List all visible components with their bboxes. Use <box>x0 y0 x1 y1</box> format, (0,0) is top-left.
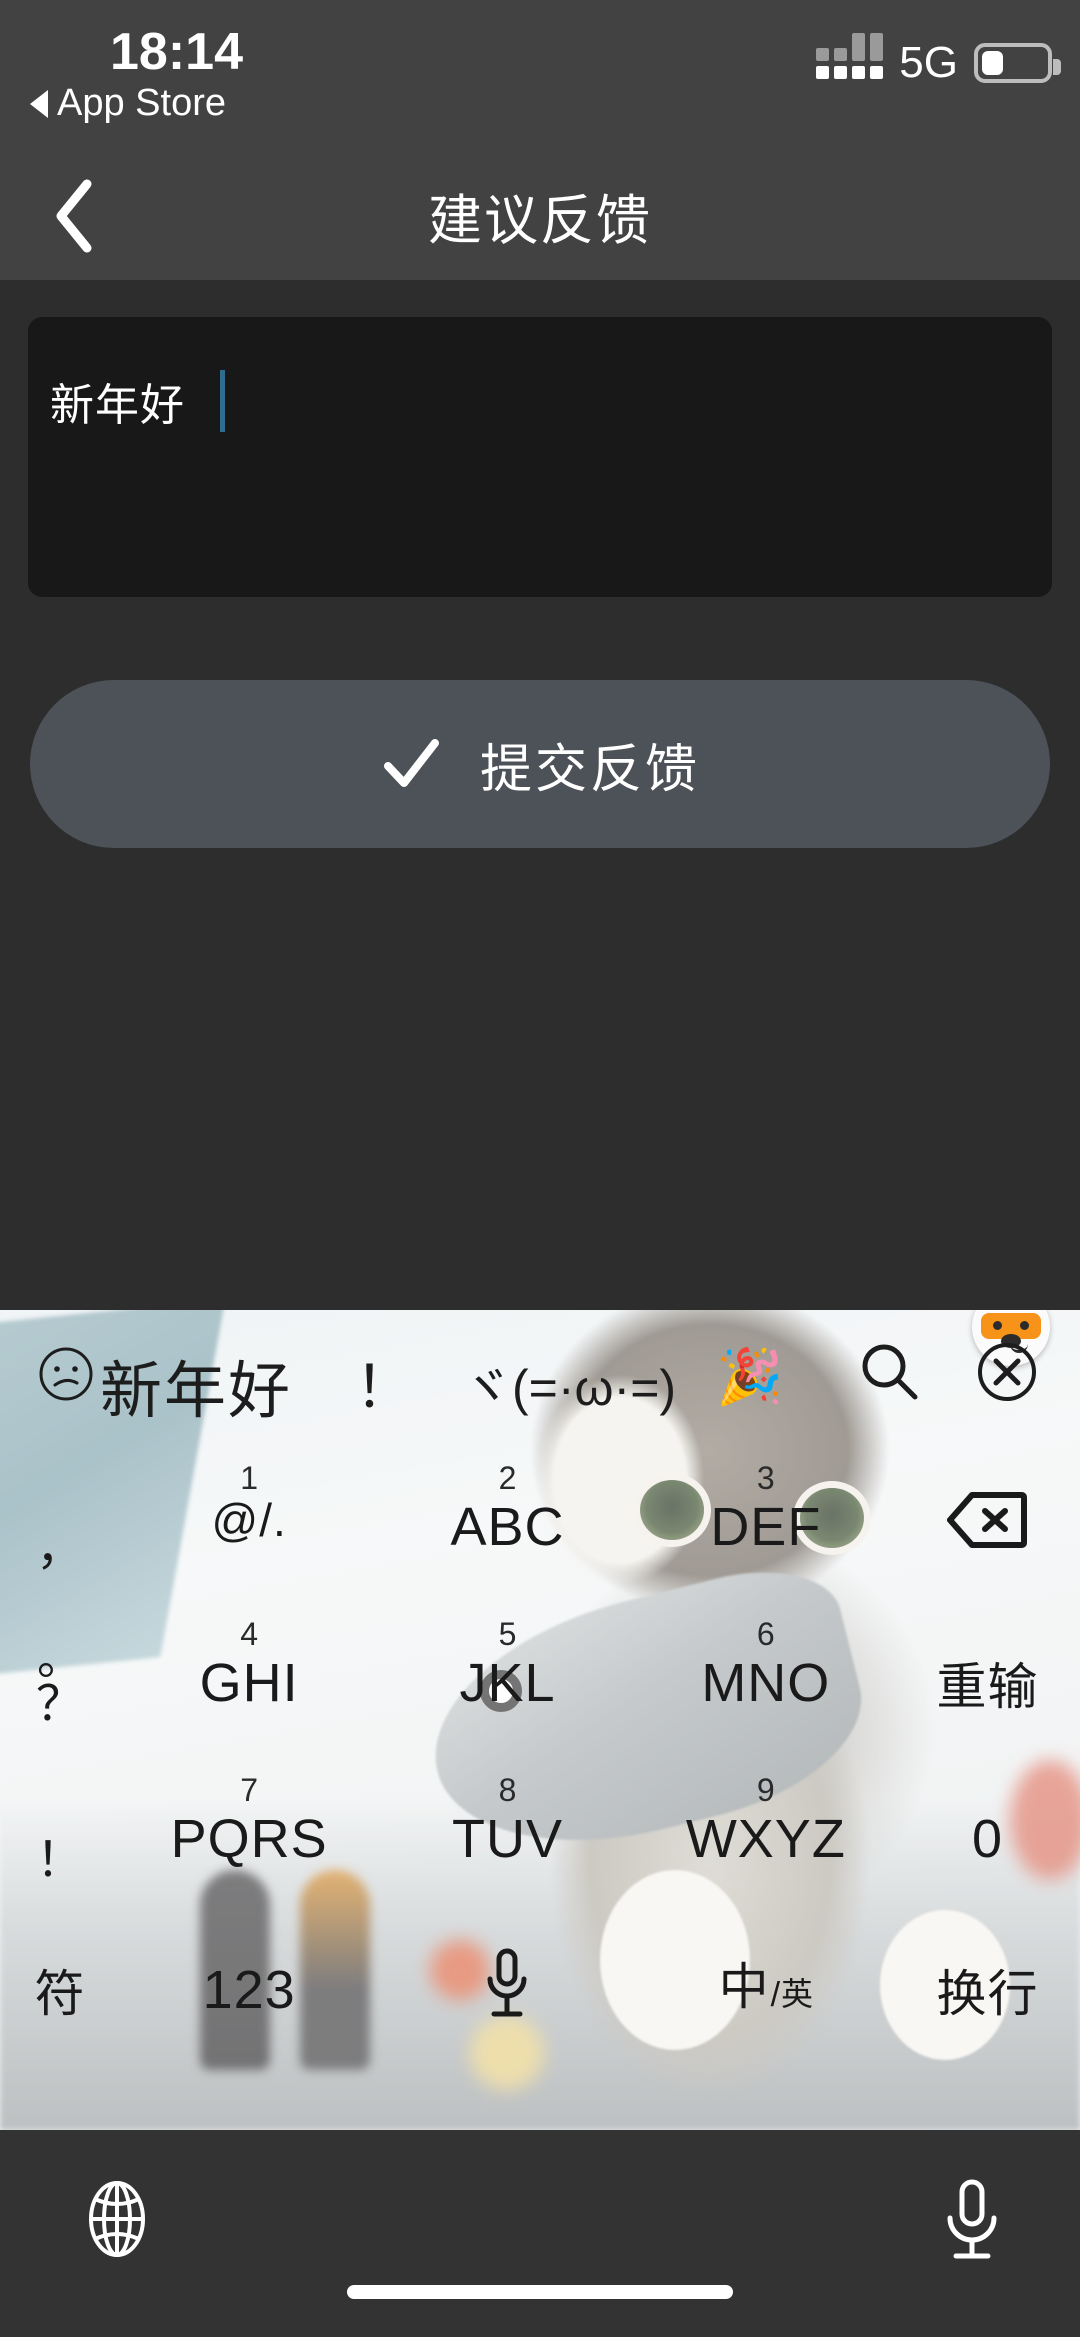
submit-feedback-button[interactable]: 提交反馈 <box>30 680 1050 848</box>
key-9[interactable]: 9 WXYZ <box>637 1754 895 1910</box>
key-lang-english-label: 英 <box>781 1975 814 2012</box>
key-2-number: 2 <box>498 1460 517 1496</box>
candidate-xinnianhao[interactable]: 新年好 <box>100 1340 292 1430</box>
key-2[interactable]: 2 ABC <box>378 1442 636 1598</box>
party-popper-emoji: 🎉 <box>716 1347 784 1407</box>
key-newline-label: 换行 <box>936 1965 1039 2022</box>
feedback-textarea-value: 新年好 <box>50 381 185 430</box>
feedback-content: 新年好 提交反馈 <box>0 280 1080 1310</box>
key-question-label: ？ <box>35 1678 84 1731</box>
key-4-label: GHI <box>199 1653 299 1713</box>
candidate-exclamation[interactable]: ！ <box>355 1340 413 1424</box>
key-4-number: 4 <box>240 1616 259 1652</box>
key-7-number: 7 <box>240 1772 259 1808</box>
key-7-label: PQRS <box>170 1809 328 1869</box>
key-3[interactable]: 3 DEF <box>637 1442 895 1598</box>
key-1-number: 1 <box>240 1460 259 1496</box>
key-5-number: 5 <box>498 1616 517 1652</box>
microphone-icon <box>487 1948 527 2016</box>
close-circle-icon[interactable] <box>975 1340 1039 1404</box>
phone-screen: 18:14 App Store 5G 建议反馈 新年好 提交反馈 新年好 ！ ヾ… <box>0 0 1080 2337</box>
globe-icon[interactable] <box>78 2180 156 2258</box>
key-lang-separator: / <box>770 1975 781 2014</box>
home-indicator[interactable] <box>347 2285 733 2299</box>
candidate-kaomoji[interactable]: ヾ(=·ω·=) <box>462 1348 676 1420</box>
signal-dots-icon <box>816 32 884 79</box>
key-voice[interactable] <box>378 1910 636 2055</box>
keyboard-row-1: ， 1 @/. 2 ABC 3 DEF <box>0 1442 1080 1598</box>
network-type-label: 5G <box>899 38 958 87</box>
feedback-textarea[interactable]: 新年好 <box>28 317 1052 597</box>
ime-keyboard: 新年好 ！ ヾ(=·ω·=) 🎉 ， 1 @/. 2 ABC 3 DEF 。 ？… <box>0 1310 1080 2130</box>
navigation-bar: 建议反馈 <box>0 150 1080 280</box>
keyboard-row-3: ！ 7 PQRS 8 TUV 9 WXYZ 0 <box>0 1754 1080 1910</box>
keyboard-row-2: 。 ？ 4 GHI 5 JKL 6 MNO 重输 <box>0 1598 1080 1754</box>
key-symbols-label: 符 <box>34 1965 86 2022</box>
text-caret <box>220 370 225 432</box>
candidate-bar: 新年好 ！ ヾ(=·ω·=) 🎉 <box>0 1310 1080 1442</box>
keyboard-keys: ， 1 @/. 2 ABC 3 DEF 。 ？ 4 GHI 5 JKL 6 MN… <box>0 1442 1080 2130</box>
key-6-label: MNO <box>701 1653 831 1713</box>
submit-feedback-label: 提交反馈 <box>479 740 700 799</box>
key-newline[interactable]: 换行 <box>895 1910 1080 2055</box>
keyboard-bottom-bar <box>0 2130 1080 2337</box>
key-123[interactable]: 123 <box>120 1910 378 2055</box>
key-lang-chinese-label: 中 <box>718 1958 769 2015</box>
key-4[interactable]: 4 GHI <box>120 1598 378 1754</box>
key-6-number: 6 <box>756 1616 775 1652</box>
status-time: 18:14 <box>110 23 243 81</box>
key-comma[interactable]: ， <box>0 1442 120 1598</box>
key-lang-toggle[interactable]: 中 / 英 <box>637 1910 895 2055</box>
return-to-app-store-button[interactable]: App Store <box>30 82 226 125</box>
key-1[interactable]: 1 @/. <box>120 1442 378 1598</box>
battery-low-icon <box>974 43 1061 83</box>
key-8[interactable]: 8 TUV <box>378 1754 636 1910</box>
key-3-label: DEF <box>710 1497 822 1557</box>
key-backspace[interactable] <box>895 1442 1080 1598</box>
microphone-icon[interactable] <box>942 2178 1002 2262</box>
key-3-number: 3 <box>756 1460 775 1496</box>
page-title: 建议反馈 <box>428 190 652 251</box>
check-icon <box>383 739 439 787</box>
key-redo-label: 重输 <box>936 1659 1039 1715</box>
key-8-label: TUV <box>451 1809 563 1869</box>
status-bar: 18:14 App Store 5G <box>0 0 1080 150</box>
key-exclamation-label: ！ <box>35 1834 84 1887</box>
key-6[interactable]: 6 MNO <box>637 1598 895 1754</box>
key-9-label: WXYZ <box>685 1809 846 1869</box>
search-icon[interactable] <box>858 1340 922 1404</box>
key-0[interactable]: 0 <box>895 1754 1080 1910</box>
key-7[interactable]: 7 PQRS <box>120 1754 378 1910</box>
keyboard-row-4: 符 123 中 / 英 换行 <box>0 1910 1080 2055</box>
key-5-label: JKL <box>459 1653 556 1713</box>
key-0-label: 0 <box>971 1809 1003 1869</box>
confused-face-icon[interactable] <box>38 1346 94 1402</box>
key-8-number: 8 <box>498 1772 517 1808</box>
key-exclamation[interactable]: ！ <box>0 1754 120 1910</box>
back-triangle-icon <box>30 89 48 118</box>
key-5[interactable]: 5 JKL <box>378 1598 636 1754</box>
key-1-label: @/. <box>211 1494 287 1546</box>
status-indicators: 5G <box>816 32 1061 88</box>
key-comma-label: ， <box>35 1522 84 1575</box>
key-9-number: 9 <box>756 1772 775 1808</box>
back-app-label: App Store <box>57 82 226 124</box>
key-period-question[interactable]: 。 ？ <box>0 1598 120 1754</box>
backspace-icon <box>947 1492 1028 1548</box>
key-redo[interactable]: 重输 <box>895 1598 1080 1754</box>
key-123-label: 123 <box>202 1959 296 2020</box>
key-symbols[interactable]: 符 <box>0 1910 120 2055</box>
key-2-label: ABC <box>450 1497 565 1557</box>
